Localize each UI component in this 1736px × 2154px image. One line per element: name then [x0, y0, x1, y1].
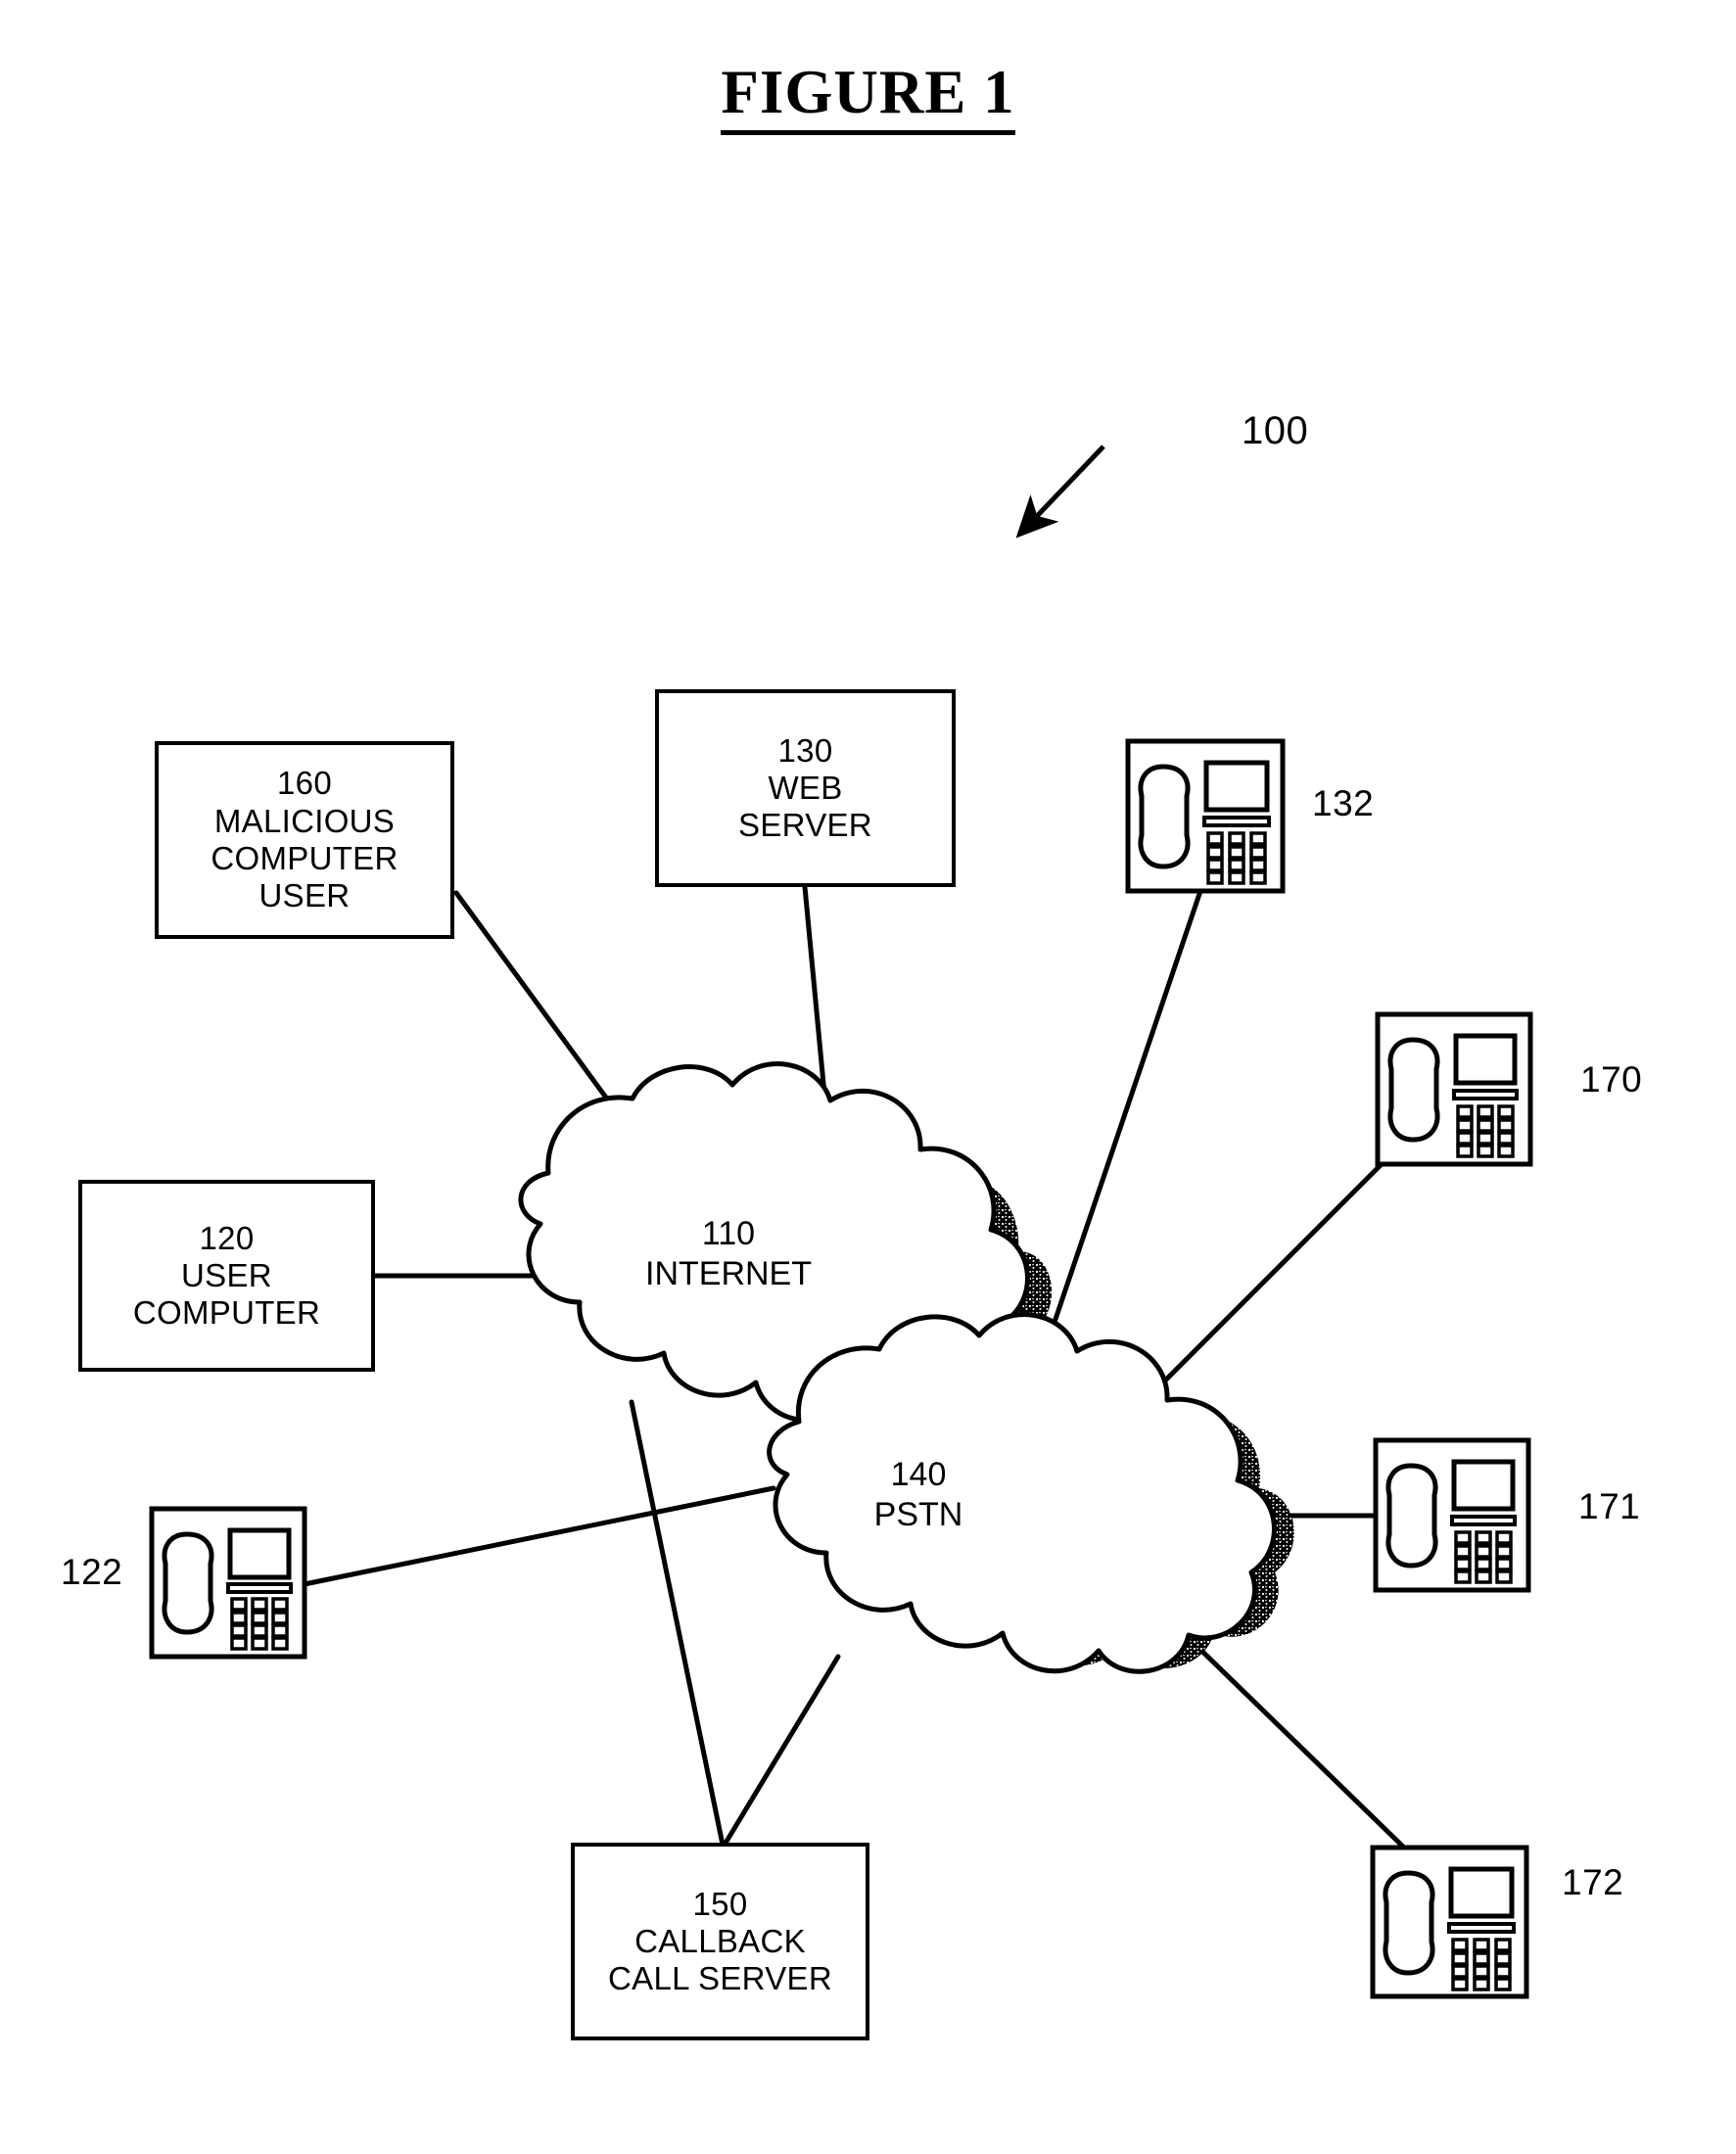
link-122-pstn	[302, 1485, 776, 1587]
node-label-line-1: WEB	[768, 769, 843, 806]
node-ref: 120	[199, 1219, 255, 1256]
diagram-canvas	[149, 445, 1533, 1999]
node-ref: 130	[777, 731, 833, 769]
node-label-line-2: SERVER	[738, 807, 872, 844]
phone-171-icon	[1373, 1437, 1531, 1593]
node-label-line-2: COMPUTER	[211, 840, 399, 876]
system-ref-100: 100	[1242, 409, 1309, 452]
phone-ref-171: 171	[1578, 1486, 1641, 1526]
link-170-pstn	[1145, 1162, 1384, 1401]
node-label-line-1: CALLBACK	[634, 1922, 806, 1959]
node-label-line-1: MALICIOUS	[213, 802, 396, 839]
node-label-line-2: CALL SERVER	[608, 1960, 832, 1997]
phone-122-icon	[149, 1506, 307, 1660]
phone-172-icon	[1370, 1845, 1529, 1999]
cloud-name: PSTN	[873, 1495, 963, 1533]
node-ref: 150	[692, 1885, 748, 1922]
system-reference-arrow	[1015, 445, 1105, 538]
phone-ref-172: 172	[1562, 1862, 1624, 1902]
phone-170-icon	[1375, 1011, 1533, 1167]
cloud-ref: 140	[890, 1456, 947, 1493]
patent-figure-page: FIGURE 1 100 160 MALICIOUS COMPUTER USER…	[0, 0, 1736, 2154]
link-internet-150	[629, 1399, 726, 1848]
cloud-name: INTERNET	[645, 1254, 812, 1292]
node-callback-call-server[interactable]: 150 CALLBACK CALL SERVER	[571, 1843, 869, 2040]
node-label-line-1: USER	[181, 1256, 272, 1293]
node-label-line-2: COMPUTER	[132, 1294, 321, 1332]
link-132-pstn	[1046, 888, 1203, 1342]
pstn-cloud-label: 140 PSTN	[830, 1455, 1007, 1535]
phone-ref-170: 170	[1580, 1059, 1643, 1100]
phone-ref-132: 132	[1312, 783, 1375, 823]
node-web-server[interactable]: 130 WEB SERVER	[655, 689, 956, 887]
cloud-ref: 110	[701, 1215, 756, 1252]
node-ref: 160	[277, 765, 332, 802]
node-malicious-computer-user[interactable]: 160 MALICIOUS COMPUTER USER	[155, 741, 454, 939]
link-pstn-150	[722, 1654, 841, 1848]
internet-cloud-label: 110 INTERNET	[621, 1214, 836, 1294]
phone-ref-122: 122	[61, 1552, 123, 1592]
node-user-computer[interactable]: 120 USER COMPUTER	[78, 1180, 375, 1372]
phone-132-icon	[1125, 738, 1286, 894]
node-label-line-3: USER	[258, 877, 351, 914]
